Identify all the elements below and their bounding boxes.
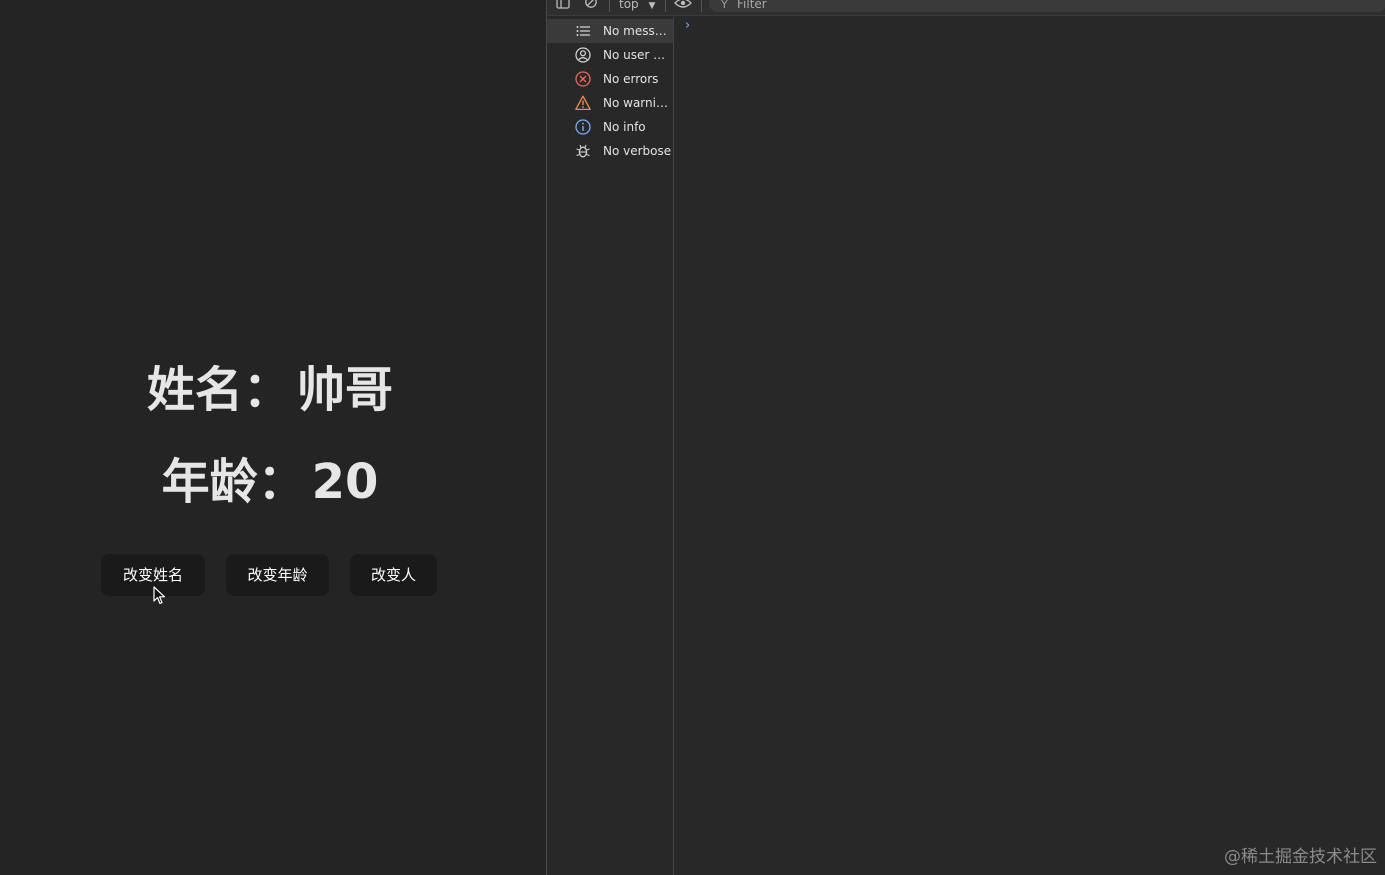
live-expression-eye-icon[interactable] — [674, 0, 692, 8]
sidebar-item-label: No verbose — [603, 144, 672, 158]
sidebar-toggle-icon[interactable] — [556, 0, 570, 9]
filter-funnel-icon: Y — [721, 0, 728, 11]
watermark: @稀土掘金技术社区 — [1224, 847, 1377, 867]
console-prompt-chevron-icon[interactable]: › — [685, 18, 690, 33]
name-label: 姓名： — [146, 362, 291, 418]
filter-placeholder: Filter — [737, 0, 767, 11]
bug-icon — [576, 144, 590, 158]
sidebar-item-label: No warnin... — [603, 96, 673, 110]
sidebar-item-label: No messa... — [603, 24, 673, 38]
change-person-button[interactable]: 改变人 — [350, 554, 437, 596]
sidebar-item-user-messages[interactable]: No user m... — [547, 43, 673, 67]
age-value: 20 — [311, 454, 379, 510]
age-label: 年龄： — [161, 454, 306, 510]
filter-input[interactable]: Y Filter — [709, 0, 1385, 12]
sidebar-item-errors[interactable]: No errors — [547, 67, 673, 91]
toolbar-divider — [665, 0, 666, 12]
change-age-button[interactable]: 改变年龄 — [226, 554, 329, 596]
console-sidebar: No messa... No user m... No errors No wa… — [547, 17, 674, 875]
sidebar-item-label: No user m... — [603, 48, 673, 62]
toolbar-divider — [701, 0, 702, 12]
toolbar-divider — [609, 0, 610, 12]
sidebar-item-messages[interactable]: No messa... — [547, 19, 673, 43]
list-icon — [576, 26, 590, 36]
warning-icon — [575, 95, 591, 111]
sidebar-item-label: No info — [603, 120, 646, 134]
context-selector[interactable]: top ▼ — [619, 0, 655, 14]
chevron-down-icon: ▼ — [648, 1, 656, 11]
info-icon — [575, 119, 591, 135]
clear-console-icon[interactable] — [584, 0, 598, 9]
app-preview: 姓名： 帅哥 年龄： 20 改变姓名 改变年龄 改变人 — [0, 0, 546, 875]
error-icon — [575, 71, 591, 87]
sidebar-item-label: No errors — [603, 72, 659, 86]
screen-root: 姓名： 帅哥 年龄： 20 改变姓名 改变年龄 改变人 top ▼ Y Filt… — [0, 0, 1385, 875]
devtools-console-panel: top ▼ Y Filter No messa... No user m... … — [546, 0, 1385, 875]
name-heading: 姓名： 帅哥 — [0, 360, 540, 420]
console-toolbar: top ▼ Y Filter — [547, 0, 1385, 16]
user-icon — [575, 47, 591, 63]
mouse-cursor-icon — [153, 586, 166, 605]
age-heading: 年龄： 20 — [0, 452, 540, 512]
context-label: top — [619, 0, 639, 11]
sidebar-item-info[interactable]: No info — [547, 115, 673, 139]
sidebar-item-warnings[interactable]: No warnin... — [547, 91, 673, 115]
name-value: 帅哥 — [297, 362, 394, 418]
sidebar-item-verbose[interactable]: No verbose — [547, 139, 673, 163]
